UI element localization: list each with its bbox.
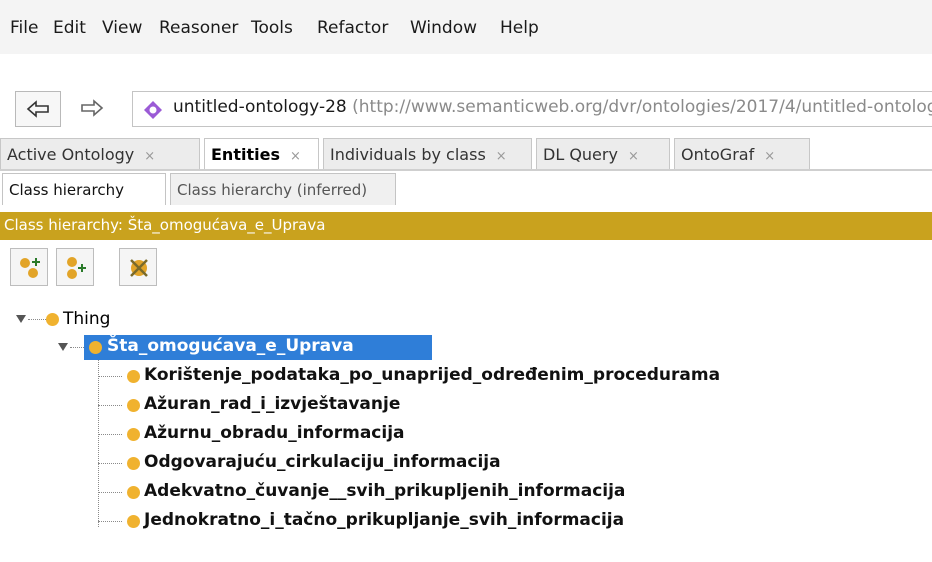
add-sibling-class-icon <box>67 257 86 279</box>
subtab-class-hierarchy-inferred[interactable]: Class hierarchy (inferred) <box>170 173 396 205</box>
ontology-diamond-icon <box>144 101 162 119</box>
tab-label: Individuals by class <box>330 145 486 164</box>
delete-class-button[interactable] <box>119 248 157 286</box>
tree-node-thing[interactable]: Thing <box>63 309 110 329</box>
class-icon <box>127 370 140 383</box>
ontology-iri-bar[interactable]: untitled-ontology-28 (http://www.semanti… <box>132 91 932 127</box>
tab-entities[interactable]: Entities × <box>204 138 319 170</box>
tab-close-icon[interactable]: × <box>496 149 507 164</box>
class-icon <box>127 399 140 412</box>
tab-close-icon[interactable]: × <box>144 149 155 164</box>
tree-node-child[interactable]: Jednokratno_i_tačno_prikupljanje_svih_in… <box>144 510 624 530</box>
tree-node-selected[interactable]: Šta_omogućava_e_Uprava <box>84 335 432 360</box>
tree-connector <box>98 405 122 406</box>
view-header-title: Class hierarchy: Šta_omogućava_e_Uprava <box>4 216 326 234</box>
tab-active-ontology[interactable]: Active Ontology × <box>0 138 200 170</box>
expand-toggle-icon[interactable] <box>16 315 26 323</box>
class-icon <box>127 515 140 528</box>
back-arrow-icon <box>26 100 49 118</box>
class-icon <box>127 428 140 441</box>
ontology-url: (http://www.semanticweb.org/dvr/ontologi… <box>352 97 932 117</box>
tree-node-child[interactable]: Odgovarajuću_cirkulaciju_informacija <box>144 452 501 472</box>
add-subclass-icon <box>20 258 40 278</box>
tree-connector <box>98 434 122 435</box>
add-subclass-button[interactable] <box>10 248 48 286</box>
view-header: Class hierarchy: Šta_omogućava_e_Uprava <box>0 212 932 240</box>
forward-arrow-icon <box>81 99 104 117</box>
back-button[interactable] <box>15 91 61 127</box>
tab-close-icon[interactable]: × <box>628 149 639 164</box>
tree-node-child[interactable]: Korištenje_podataka_po_unaprijed_određen… <box>144 365 720 385</box>
tree-node-child[interactable]: Ažuran_rad_i_izvještavanje <box>144 394 400 414</box>
tree-node-label: Šta_omogućava_e_Uprava <box>104 336 357 356</box>
class-icon <box>89 341 102 354</box>
menu-help[interactable]: Help <box>500 18 539 38</box>
subtab-class-hierarchy[interactable]: Class hierarchy <box>2 173 166 205</box>
ontology-name: untitled-ontology-28 <box>173 97 347 117</box>
tab-close-icon[interactable]: × <box>764 149 775 164</box>
tab-label: OntoGraf <box>681 145 755 164</box>
tree-node-label: Thing <box>63 309 111 329</box>
tab-label: Active Ontology <box>7 145 135 164</box>
expand-toggle-icon[interactable] <box>58 343 68 351</box>
tab-label: Entities <box>211 145 280 164</box>
class-icon <box>127 457 140 470</box>
class-icon <box>127 486 140 499</box>
tab-divider <box>0 169 932 171</box>
tree-node-child[interactable]: Ažurnu_obradu_informacija <box>144 423 405 443</box>
menu-file[interactable]: File <box>10 18 38 38</box>
tree-node-child[interactable]: Adekvatno_čuvanje__svih_prikupljenih_inf… <box>144 481 625 501</box>
forward-button[interactable] <box>70 91 114 125</box>
menu-edit[interactable]: Edit <box>53 18 86 38</box>
menu-view[interactable]: View <box>102 18 142 38</box>
menu-bar: File Edit View Reasoner Tools Refactor W… <box>0 0 932 54</box>
class-icon <box>46 313 59 326</box>
tab-individuals-by-class[interactable]: Individuals by class × <box>323 138 532 170</box>
menu-tools[interactable]: Tools <box>251 18 293 38</box>
delete-class-icon <box>130 259 148 277</box>
tree-connector <box>28 319 48 320</box>
add-sibling-class-button[interactable] <box>56 248 94 286</box>
tab-label: DL Query <box>543 145 618 164</box>
tab-close-icon[interactable]: × <box>290 149 301 164</box>
menu-reasoner[interactable]: Reasoner <box>159 18 238 38</box>
tab-ontograf[interactable]: OntoGraf × <box>674 138 810 170</box>
tab-dl-query[interactable]: DL Query × <box>536 138 670 170</box>
tree-connector <box>98 492 122 493</box>
tree-connector <box>98 376 122 377</box>
tree-connector <box>98 357 99 527</box>
menu-refactor[interactable]: Refactor <box>317 18 388 38</box>
menu-window[interactable]: Window <box>410 18 477 38</box>
tree-connector <box>98 521 122 522</box>
tree-connector <box>98 463 122 464</box>
class-tree: Thing Šta_omogućava_e_Uprava Korištenje_… <box>0 305 932 562</box>
